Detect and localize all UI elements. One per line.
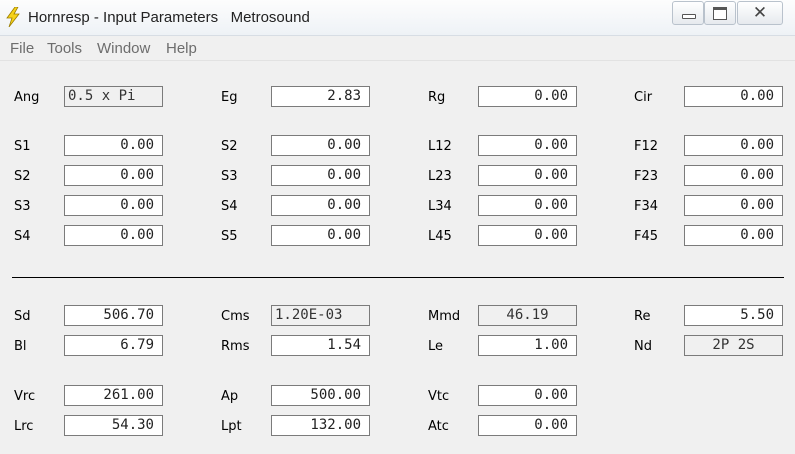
label-s2-col2: S2 <box>221 139 238 154</box>
label-s3-col2: S3 <box>221 169 238 184</box>
label-s4-col2: S4 <box>221 199 238 214</box>
label-vtc: Vtc <box>428 389 450 404</box>
field-s3[interactable]: 0.00 <box>64 195 163 216</box>
field-rg[interactable]: 0.00 <box>478 86 577 107</box>
label-f45: F45 <box>634 229 659 244</box>
menu-bar: File Tools Window Help <box>0 36 795 61</box>
label-s4: S4 <box>14 229 31 244</box>
close-button[interactable]: ✕ <box>737 1 783 25</box>
title-bar[interactable]: Hornresp - Input Parameters Metrosound ✕ <box>0 0 795 36</box>
menu-file[interactable]: File <box>10 40 34 57</box>
field-ang[interactable]: 0.5 x Pi <box>64 86 163 107</box>
label-ap: Ap <box>221 389 239 404</box>
field-l45[interactable]: 0.00 <box>478 225 577 246</box>
field-bl[interactable]: 6.79 <box>64 335 163 356</box>
label-rms: Rms <box>221 339 250 354</box>
field-vtc[interactable]: 0.00 <box>478 385 577 406</box>
field-atc[interactable]: 0.00 <box>478 415 577 436</box>
field-s4-col2[interactable]: 0.00 <box>271 195 370 216</box>
field-ap[interactable]: 500.00 <box>271 385 370 406</box>
field-l12[interactable]: 0.00 <box>478 135 577 156</box>
field-re[interactable]: 5.50 <box>684 305 783 326</box>
field-rms[interactable]: 1.54 <box>271 335 370 356</box>
label-l45: L45 <box>428 229 452 244</box>
maximize-icon <box>713 7 727 20</box>
label-re: Re <box>634 309 651 324</box>
label-eg: Eg <box>221 90 238 105</box>
label-vrc: Vrc <box>14 389 36 404</box>
field-eg[interactable]: 2.83 <box>271 86 370 107</box>
field-lpt[interactable]: 132.00 <box>271 415 370 436</box>
label-lpt: Lpt <box>221 419 242 434</box>
label-cir: Cir <box>634 90 653 105</box>
label-f12: F12 <box>634 139 659 154</box>
label-s1: S1 <box>14 139 31 154</box>
minimize-icon <box>682 14 696 19</box>
label-cms: Cms <box>221 309 250 324</box>
field-s2-col2[interactable]: 0.00 <box>271 135 370 156</box>
label-f23: F23 <box>634 169 659 184</box>
field-nd[interactable]: 2P 2S <box>684 335 783 356</box>
field-vrc[interactable]: 261.00 <box>64 385 163 406</box>
window-title: Hornresp - Input Parameters Metrosound <box>28 9 310 26</box>
maximize-button[interactable] <box>704 1 736 25</box>
label-atc: Atc <box>428 419 449 434</box>
field-l23[interactable]: 0.00 <box>478 165 577 186</box>
label-l12: L12 <box>428 139 452 154</box>
field-l34[interactable]: 0.00 <box>478 195 577 216</box>
label-s5: S5 <box>221 229 238 244</box>
close-icon: ✕ <box>752 3 768 23</box>
label-rg: Rg <box>428 90 446 105</box>
field-s5[interactable]: 0.00 <box>271 225 370 246</box>
label-bl: Bl <box>14 339 27 354</box>
field-f45[interactable]: 0.00 <box>684 225 783 246</box>
field-mmd[interactable]: 46.19 <box>478 305 577 326</box>
minimize-button[interactable] <box>672 1 704 25</box>
menu-window[interactable]: Window <box>97 40 150 57</box>
field-f23[interactable]: 0.00 <box>684 165 783 186</box>
field-s4[interactable]: 0.00 <box>64 225 163 246</box>
label-s2: S2 <box>14 169 31 184</box>
field-s1[interactable]: 0.00 <box>64 135 163 156</box>
label-lrc: Lrc <box>14 419 34 434</box>
lightning-bolt-icon <box>6 7 20 27</box>
label-l34: L34 <box>428 199 452 214</box>
menu-help[interactable]: Help <box>166 40 197 57</box>
section-divider <box>12 277 784 278</box>
field-s2[interactable]: 0.00 <box>64 165 163 186</box>
label-s3: S3 <box>14 199 31 214</box>
field-sd[interactable]: 506.70 <box>64 305 163 326</box>
field-lrc[interactable]: 54.30 <box>64 415 163 436</box>
field-cir[interactable]: 0.00 <box>684 86 783 107</box>
label-ang: Ang <box>14 90 40 105</box>
label-l23: L23 <box>428 169 452 184</box>
field-s3-col2[interactable]: 0.00 <box>271 165 370 186</box>
label-mmd: Mmd <box>428 309 461 324</box>
label-le: Le <box>428 339 444 354</box>
label-sd: Sd <box>14 309 31 324</box>
field-cms[interactable]: 1.20E-03 <box>271 305 370 326</box>
label-nd: Nd <box>634 339 652 354</box>
menu-tools[interactable]: Tools <box>47 40 82 57</box>
field-le[interactable]: 1.00 <box>478 335 577 356</box>
field-f34[interactable]: 0.00 <box>684 195 783 216</box>
label-f34: F34 <box>634 199 659 214</box>
field-f12[interactable]: 0.00 <box>684 135 783 156</box>
